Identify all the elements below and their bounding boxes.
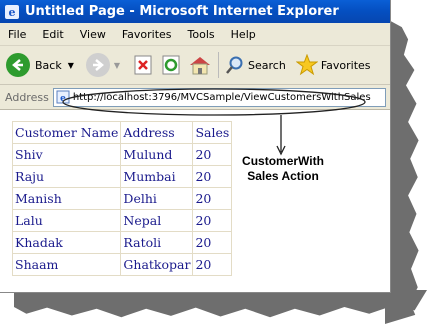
screenshot-frame: e Untitled Page - Microsoft Internet Exp… bbox=[0, 0, 427, 324]
annotation-overlay bbox=[62, 88, 366, 156]
url-highlight-oval bbox=[62, 88, 366, 116]
